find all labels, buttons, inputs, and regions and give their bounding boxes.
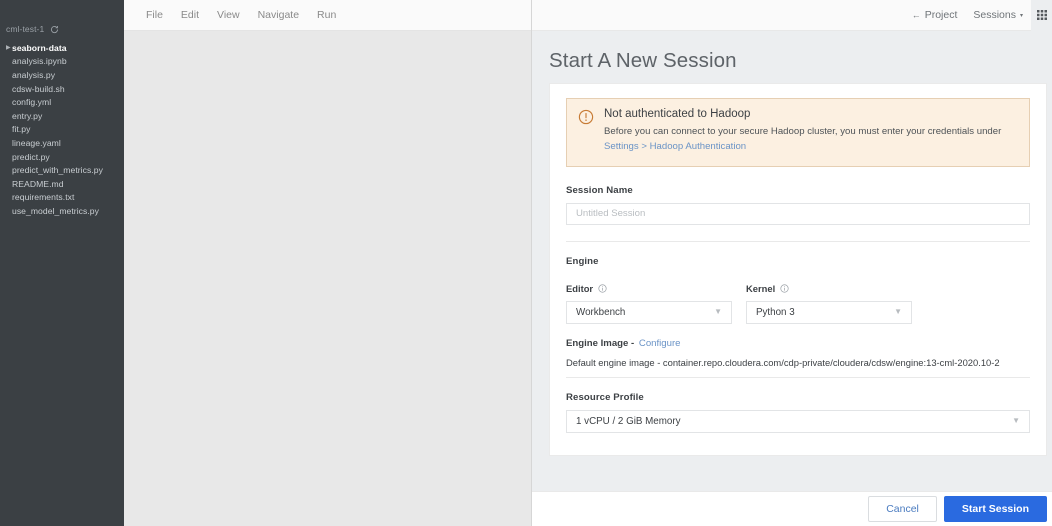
- file-tree-item-label: seaborn-data: [12, 42, 67, 53]
- alert-title: Not authenticated to Hadoop: [604, 108, 751, 120]
- file-tree-item[interactable]: analysis.py: [0, 68, 124, 82]
- cancel-button[interactable]: Cancel: [868, 496, 937, 522]
- exclamation-circle-icon: [578, 109, 594, 125]
- info-circle-icon[interactable]: [780, 284, 789, 293]
- session-name-label: Session Name: [566, 184, 633, 196]
- arrow-left-icon: ←: [911, 9, 921, 20]
- start-session-button[interactable]: Start Session: [943, 496, 1047, 522]
- engine-image-group: Engine Image - Configure Default engine …: [566, 338, 1030, 378]
- resource-profile-label: Resource Profile: [566, 391, 644, 403]
- info-circle-icon[interactable]: [598, 284, 607, 293]
- editor-menubar: File Edit View Navigate Run: [124, 0, 531, 31]
- page-title: Start A New Session: [549, 49, 737, 72]
- session-name-group: Session Name: [566, 185, 1030, 225]
- chevron-down-icon: ▼: [894, 307, 902, 317]
- project-header[interactable]: cml-test-1: [0, 22, 124, 36]
- file-tree-item-label: config.yml: [12, 97, 52, 108]
- menu-file[interactable]: File: [137, 0, 172, 31]
- file-tree-item[interactable]: requirements.txt: [0, 191, 124, 205]
- hadoop-auth-settings-link[interactable]: Settings > Hadoop Authentication: [604, 141, 746, 152]
- file-browser-sidebar: cml-test-1 ▶ seaborn-data analysis.ipynb…: [0, 0, 124, 526]
- session-panel: ← Project Sessions ▾ Start A New Session: [532, 0, 1052, 526]
- sessions-dropdown-label: Sessions: [973, 8, 1016, 21]
- editor-canvas[interactable]: [124, 31, 531, 526]
- project-name-label: cml-test-1: [6, 24, 45, 34]
- file-tree-item-label: lineage.yaml: [12, 137, 61, 148]
- kernel-select-group: Kernel Python 3 ▼: [746, 279, 912, 324]
- file-tree-item[interactable]: entry.py: [0, 109, 124, 123]
- engine-selects-row: Editor Workbench ▼ Kernel Python 3 ▼: [566, 279, 1030, 324]
- file-tree-item[interactable]: README.md: [0, 177, 124, 191]
- file-tree-item-label: requirements.txt: [12, 192, 75, 203]
- engine-image-value: Default engine image - container.repo.cl…: [566, 357, 1030, 378]
- chevron-down-icon: ▼: [1012, 416, 1020, 426]
- engine-label: Engine: [566, 255, 599, 267]
- file-tree-item-label: analysis.py: [12, 69, 56, 80]
- hadoop-auth-alert: Not authenticated to Hadoop Before you c…: [566, 98, 1030, 167]
- session-name-input[interactable]: [566, 202, 1030, 225]
- menu-view[interactable]: View: [208, 0, 249, 31]
- engine-image-label: Engine Image -: [566, 337, 635, 349]
- editor-select[interactable]: Workbench ▼: [566, 300, 732, 324]
- file-tree-item[interactable]: fit.py: [0, 123, 124, 137]
- file-tree-item[interactable]: predict_with_metrics.py: [0, 163, 124, 177]
- back-to-project-label: Project: [924, 8, 958, 21]
- session-footer: Cancel Start Session: [532, 491, 1052, 526]
- resource-profile-select[interactable]: 1 vCPU / 2 GiB Memory ▼: [566, 409, 1030, 433]
- menu-navigate[interactable]: Navigate: [249, 0, 308, 31]
- editor-label: Editor: [566, 282, 594, 294]
- resource-profile-value: 1 vCPU / 2 GiB Memory: [576, 415, 681, 427]
- back-to-project-link[interactable]: ← Project: [904, 0, 966, 31]
- menu-edit[interactable]: Edit: [172, 0, 208, 31]
- refresh-icon[interactable]: [50, 25, 59, 34]
- new-session-form-card: Not authenticated to Hadoop Before you c…: [549, 83, 1047, 456]
- file-tree-item-label: entry.py: [12, 110, 43, 121]
- application-root: cml-test-1 ▶ seaborn-data analysis.ipynb…: [0, 0, 1052, 526]
- session-topbar: ← Project Sessions ▾: [532, 0, 1052, 31]
- file-tree-item[interactable]: cdsw-build.sh: [0, 82, 124, 96]
- file-tree-item-label: cdsw-build.sh: [12, 83, 65, 94]
- kernel-label: Kernel: [746, 282, 776, 294]
- engine-image-configure-link[interactable]: Configure: [639, 338, 681, 349]
- chevron-down-icon: ▾: [1019, 13, 1023, 19]
- alert-body: Before you can connect to your secure Ha…: [604, 125, 1018, 155]
- editor-select-group: Editor Workbench ▼: [566, 279, 732, 324]
- sessions-dropdown[interactable]: Sessions ▾: [965, 0, 1031, 31]
- kernel-select-value: Python 3: [756, 306, 795, 318]
- resource-profile-group: Resource Profile 1 vCPU / 2 GiB Memory ▼: [566, 392, 1030, 433]
- file-tree-item-label: fit.py: [12, 124, 31, 135]
- file-tree-item-label: README.md: [12, 178, 64, 189]
- kernel-label-wrap: Kernel: [746, 283, 789, 294]
- file-tree-item-label: predict_with_metrics.py: [12, 165, 103, 176]
- menu-run[interactable]: Run: [308, 0, 345, 31]
- divider: [566, 240, 1030, 242]
- alert-body-text: Before you can connect to your secure Ha…: [604, 126, 1002, 137]
- file-tree-item[interactable]: analysis.ipynb: [0, 55, 124, 69]
- file-tree-item[interactable]: use_model_metrics.py: [0, 204, 124, 218]
- file-tree-item-label: analysis.ipynb: [12, 56, 67, 67]
- file-tree-item[interactable]: lineage.yaml: [0, 136, 124, 150]
- editor-select-value: Workbench: [576, 306, 626, 318]
- engine-image-header: Engine Image - Configure: [566, 338, 1030, 349]
- alert-text-block: Not authenticated to Hadoop Before you c…: [604, 108, 1018, 155]
- session-content: Start A New Session Not authenticated to…: [532, 31, 1052, 491]
- editor-panel: File Edit View Navigate Run: [124, 0, 532, 526]
- file-tree-item-label: use_model_metrics.py: [12, 205, 99, 216]
- apps-grid-icon[interactable]: [1031, 0, 1052, 31]
- file-tree-item-label: predict.py: [12, 151, 50, 162]
- engine-group: Engine Editor Workbench ▼ Kernel Python …: [566, 256, 1030, 378]
- editor-label-wrap: Editor: [566, 283, 607, 294]
- file-tree-item[interactable]: config.yml: [0, 95, 124, 109]
- file-tree-item[interactable]: predict.py: [0, 150, 124, 164]
- file-tree-item-seaborn-data[interactable]: ▶ seaborn-data: [0, 41, 124, 55]
- chevron-down-icon: ▼: [714, 307, 722, 317]
- kernel-select[interactable]: Python 3 ▼: [746, 300, 912, 324]
